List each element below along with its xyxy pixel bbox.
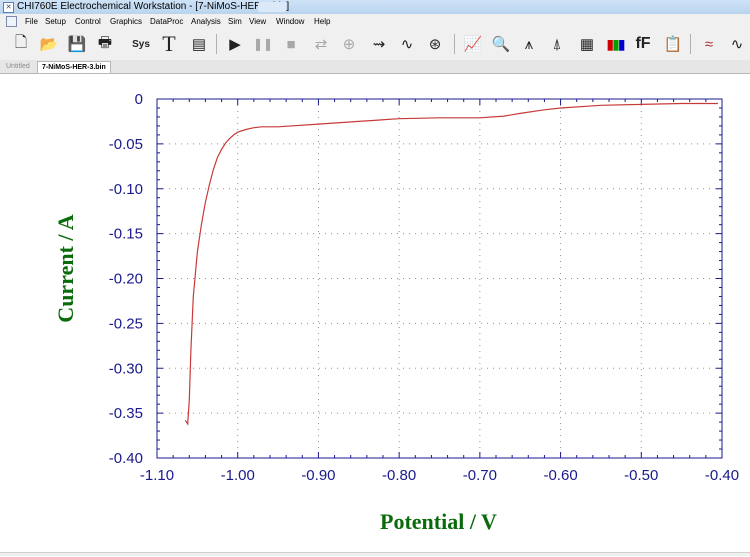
manual-results-icon[interactable]: ⍋ xyxy=(546,33,568,55)
menu-graphics[interactable]: Graphics xyxy=(110,17,142,26)
new-file-icon[interactable]: 🗋 xyxy=(10,33,32,55)
y-tick-label: -0.05 xyxy=(109,136,143,153)
menu-analysis[interactable]: Analysis xyxy=(191,17,221,26)
open-circuit-icon[interactable]: ⊛ xyxy=(424,33,446,55)
menu-control[interactable]: Control xyxy=(75,17,101,26)
technique-icon[interactable]: T xyxy=(158,31,180,56)
pause-glyph: ❚❚ xyxy=(252,37,274,51)
y-tick-label: -0.30 xyxy=(109,360,143,377)
toolbar: 🗋 📂 💾 🖶 Sys T ▤ ▶ ❚❚ ■ ⇄ ⊕ ⇝ ∿ ⊛ 📈 🔍 ⩚ ⍋… xyxy=(0,28,750,60)
y-tick-label: -0.25 xyxy=(109,315,143,332)
title-bar-tab-ghost xyxy=(258,2,286,12)
font-icon[interactable]: fF xyxy=(632,33,654,55)
y-tick-label: -0.10 xyxy=(109,181,143,198)
tab-untitled[interactable]: Untitled xyxy=(2,61,34,72)
print-glyph: 🖶 xyxy=(97,33,113,51)
toolbar-separator xyxy=(454,34,455,54)
zoom-icon[interactable]: 🔍 xyxy=(490,33,512,55)
save-disk-icon[interactable]: 💾 xyxy=(66,33,88,55)
stop-icon[interactable]: ■ xyxy=(280,33,302,55)
present-data-plot-glyph: 📈 xyxy=(463,36,483,53)
document-menu-icon[interactable] xyxy=(6,16,17,27)
document-tab-bar: Untitled 7-NiMoS-HER-3.bin xyxy=(0,60,750,74)
filter-icon[interactable]: ⇝ xyxy=(368,33,390,55)
y-tick-label: -0.20 xyxy=(109,271,143,288)
cell-control-icon[interactable]: ∿ xyxy=(396,33,418,55)
menu-sim[interactable]: Sim xyxy=(228,17,242,26)
plot-window: -1.10 -1.00 -0.90 -0.80 -0.70 -0.60 -0.50 -0.40… xyxy=(0,74,750,552)
y-tick-label: 0 xyxy=(135,91,143,108)
menu-help[interactable]: Help xyxy=(314,17,330,26)
y-axis-label: Current / A xyxy=(53,214,78,322)
open-circuit-glyph: ⊛ xyxy=(428,36,442,53)
color-blue-bar: ▮ xyxy=(617,35,626,52)
menu-dataproc[interactable]: DataProc xyxy=(150,17,183,26)
x-tick-label: -1.00 xyxy=(221,467,255,484)
menu-file[interactable]: File xyxy=(25,17,38,26)
color-icon[interactable]: ▮ ▮ ▮ xyxy=(604,33,626,55)
graph-options-glyph: ▦ xyxy=(579,36,595,53)
peak-glyph: ⩚ xyxy=(524,35,534,53)
x-tick-label: -0.90 xyxy=(301,467,335,484)
x-tick-label: -0.40 xyxy=(705,467,739,484)
smooth-icon[interactable]: ≈ xyxy=(698,33,720,55)
open-folder-glyph: 📂 xyxy=(39,36,59,53)
menu-view[interactable]: View xyxy=(249,17,266,26)
title-bar: ✕ CHI760E Electrochemical Workstation - … xyxy=(0,0,750,15)
system-setup-glyph: Sys xyxy=(132,38,150,50)
menu-window[interactable]: Window xyxy=(276,17,304,26)
run-play-glyph: ▶ xyxy=(229,36,241,53)
filter-glyph: ⇝ xyxy=(372,36,386,53)
technique-glyph: T xyxy=(162,31,176,56)
status-bar xyxy=(0,552,750,556)
ir-comp-glyph: ⊕ xyxy=(342,36,356,53)
stop-glyph: ■ xyxy=(286,35,296,53)
peak-icon[interactable]: ⩚ xyxy=(518,33,540,55)
present-data-plot-icon[interactable]: 📈 xyxy=(462,33,484,55)
x-tick-label: -0.70 xyxy=(463,467,497,484)
reverse-scan-glyph: ⇄ xyxy=(314,36,328,53)
parameters-icon[interactable]: ▤ xyxy=(188,33,210,55)
polarization-curve xyxy=(184,102,718,426)
app-icon[interactable]: ✕ xyxy=(3,2,14,13)
toolbar-separator xyxy=(690,34,691,54)
y-tick-label: -0.15 xyxy=(109,226,143,243)
derivative-icon[interactable]: ∿ xyxy=(726,33,748,55)
menu-bar: File Setup Control Graphics DataProc Ana… xyxy=(0,14,750,28)
menu-setup[interactable]: Setup xyxy=(45,17,66,26)
x-axis-label: Potential / V xyxy=(380,509,497,534)
font-glyph: fF xyxy=(635,35,651,52)
plot-canvas: -1.10 -1.00 -0.90 -0.80 -0.70 -0.60 -0.50 -0.40… xyxy=(53,91,739,534)
save-disk-glyph: 💾 xyxy=(67,36,87,53)
system-setup-icon[interactable]: Sys xyxy=(130,33,152,55)
y-tick-label: -0.35 xyxy=(109,405,143,422)
toolbar-separator xyxy=(216,34,217,54)
run-play-icon[interactable]: ▶ xyxy=(224,33,246,55)
clipboard-icon[interactable]: 📋 xyxy=(662,33,684,55)
window-title: CHI760E Electrochemical Workstation - [7… xyxy=(17,1,290,12)
x-tick-label: -1.10 xyxy=(140,467,174,484)
x-tick-label: -0.80 xyxy=(382,467,416,484)
y-tick-label: -0.40 xyxy=(109,450,143,467)
tab-7-nimos-her-3[interactable]: 7-NiMoS-HER-3.bin xyxy=(37,61,111,73)
x-tick-label: -0.60 xyxy=(543,467,577,484)
manual-results-glyph: ⍋ xyxy=(552,35,562,53)
clipboard-glyph: 📋 xyxy=(663,36,683,53)
parameters-glyph: ▤ xyxy=(191,36,207,53)
print-icon[interactable]: 🖶 xyxy=(94,33,116,55)
ir-comp-icon[interactable]: ⊕ xyxy=(338,33,360,55)
pause-icon[interactable]: ❚❚ xyxy=(252,33,274,55)
cell-control-glyph: ∿ xyxy=(400,36,414,53)
reverse-scan-icon[interactable]: ⇄ xyxy=(310,33,332,55)
smooth-glyph: ≈ xyxy=(704,35,714,53)
new-file-glyph: 🗋 xyxy=(14,33,28,51)
derivative-glyph: ∿ xyxy=(730,36,744,53)
graph-options-icon[interactable]: ▦ xyxy=(576,33,598,55)
open-folder-icon[interactable]: 📂 xyxy=(38,33,60,55)
zoom-glyph: 🔍 xyxy=(491,36,511,53)
x-tick-label: -0.50 xyxy=(624,467,658,484)
